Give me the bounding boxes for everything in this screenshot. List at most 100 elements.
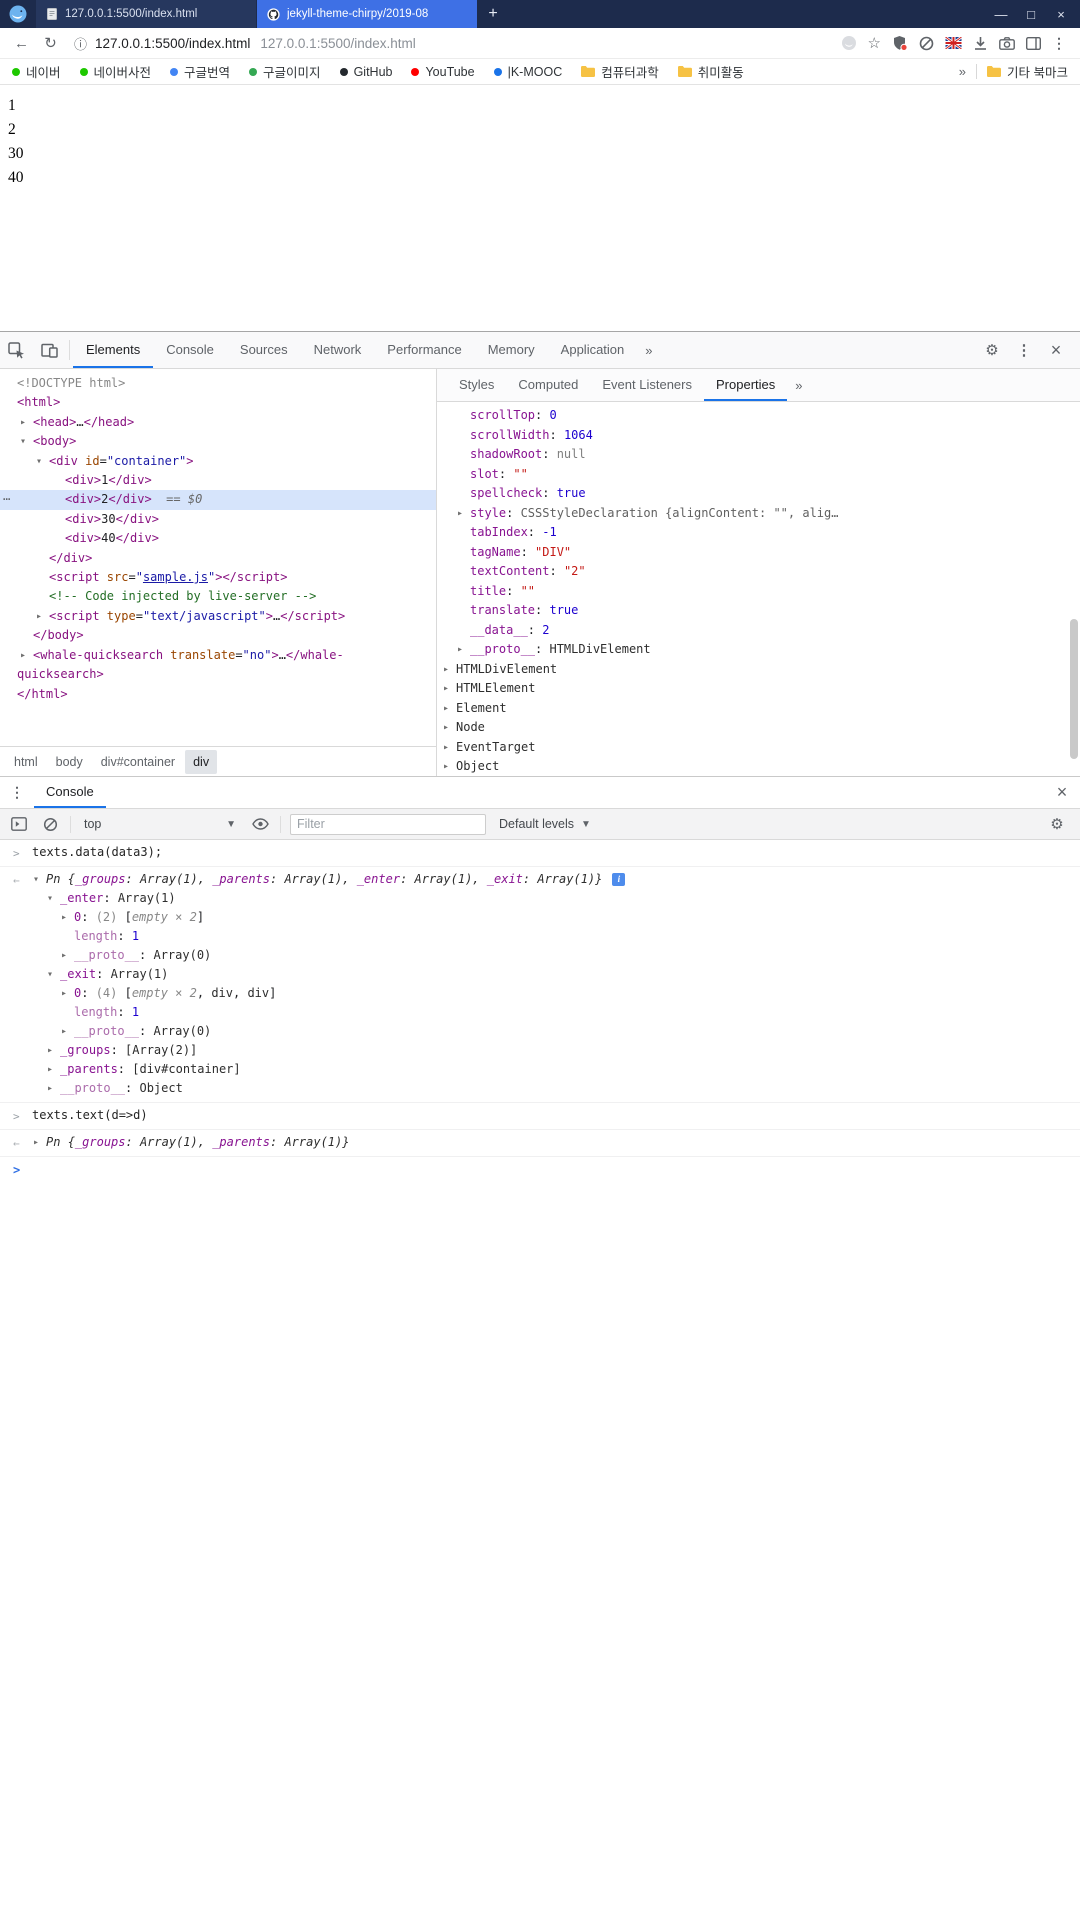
devtools-settings-button[interactable]: ⚙ (976, 341, 1008, 359)
bookmarks-overflow-icon[interactable]: » (959, 64, 966, 79)
log-levels-dropdown[interactable]: Default levels ▼ (495, 817, 595, 831)
property-row[interactable]: __data__: 2 (437, 621, 1080, 641)
tree-arrow-icon[interactable]: ▸ (61, 1022, 67, 1041)
console-object-row[interactable]: ▸ __proto__: Object (0, 1079, 1080, 1098)
console-object-row[interactable]: ▾ _exit: Array(1) (0, 965, 1080, 984)
live-expression-button[interactable] (249, 818, 271, 830)
tree-arrow-icon[interactable]: ▸ (47, 1079, 53, 1098)
console-object-row[interactable]: ▸ _groups: [Array(2)] (0, 1041, 1080, 1060)
tree-arrow-icon[interactable]: ▾ (47, 965, 53, 984)
context-selector[interactable]: top ▼ (80, 817, 240, 831)
property-row[interactable]: title: "" (437, 582, 1080, 602)
console-filter-input[interactable] (290, 813, 486, 835)
devtools-menu-button[interactable]: ⋮ (1008, 341, 1040, 359)
url-text[interactable]: 127.0.0.1:5500/index.html (95, 36, 250, 51)
bookmark-item[interactable]: 네이버사전 (79, 62, 151, 81)
dom-tree-row[interactable]: </html> (0, 685, 436, 704)
dom-tree-row[interactable]: ▾ <body> (0, 432, 436, 451)
close-drawer-button[interactable]: × (1044, 777, 1080, 808)
bookmark-item[interactable]: GitHub (339, 65, 392, 79)
reload-button[interactable]: ↻ (37, 34, 64, 52)
tree-arrow-icon[interactable]: ▸ (20, 413, 26, 432)
dom-tree-row[interactable]: <div>40</div> (0, 529, 436, 548)
sidebar-tab-computed[interactable]: Computed (506, 369, 590, 401)
dom-tree-row[interactable]: ▾ <div id="container"> (0, 452, 436, 471)
console-object-row[interactable]: ▾ _enter: Array(1) (0, 889, 1080, 908)
devtools-tab-application[interactable]: Application (548, 332, 638, 368)
property-row[interactable]: spellcheck: true (437, 484, 1080, 504)
devtools-tab-console[interactable]: Console (153, 332, 227, 368)
property-row[interactable]: scrollWidth: 1064 (437, 426, 1080, 446)
tree-arrow-icon[interactable]: ▸ (20, 646, 26, 665)
console-object-row[interactable]: ▸ _parents: [div#container] (0, 1060, 1080, 1079)
breadcrumb-item[interactable]: div (185, 749, 218, 774)
tabs-overflow-icon[interactable]: » (637, 332, 660, 368)
new-tab-button[interactable]: + (478, 0, 508, 28)
download-icon[interactable] (973, 36, 988, 51)
dom-tree-row[interactable]: <html> (0, 393, 436, 412)
bookmark-item[interactable]: 구글이미지 (249, 62, 321, 81)
property-row[interactable]: ▸ Object (437, 757, 1080, 776)
sidebar-tab-styles[interactable]: Styles (447, 369, 506, 401)
bookmark-item[interactable]: 취미활동 (677, 62, 744, 81)
tree-arrow-icon[interactable]: ▸ (61, 946, 67, 965)
row-overflow-icon[interactable]: ⋯ (3, 490, 10, 509)
sidebar-panel-icon[interactable] (1026, 36, 1041, 50)
minimize-button[interactable]: — (986, 7, 1016, 22)
tree-arrow-icon[interactable]: ▸ (443, 738, 449, 758)
scrollbar-thumb[interactable] (1070, 619, 1078, 759)
tree-arrow-icon[interactable]: ▸ (47, 1041, 53, 1060)
tree-arrow-icon[interactable]: ▸ (61, 908, 67, 927)
device-toolbar-button[interactable] (33, 332, 66, 368)
tree-arrow-icon[interactable]: ▸ (443, 660, 449, 680)
dom-tree-row[interactable]: ▸ <script type="text/javascript">…</scrip… (0, 607, 436, 626)
browser-tab-localhost[interactable]: 127.0.0.1:5500/index.html (36, 0, 256, 28)
console-sidebar-button[interactable] (8, 817, 30, 831)
tree-arrow-icon[interactable]: ▸ (443, 679, 449, 699)
dom-tree-row[interactable]: <script src="sample.js"></script> (0, 568, 436, 587)
console-object-row[interactable]: ▸ 0: (2) [empty × 2] (0, 908, 1080, 927)
breadcrumb-item[interactable]: body (48, 750, 91, 774)
property-row[interactable]: ▸ Element (437, 699, 1080, 719)
sidebar-tab-properties[interactable]: Properties (704, 369, 788, 401)
bookmark-item[interactable]: 구글번역 (170, 62, 230, 81)
bookmark-item[interactable]: YouTube (411, 65, 475, 79)
inspect-element-button[interactable] (0, 332, 33, 368)
site-info-icon[interactable]: ⓘ (74, 34, 87, 53)
devtools-tab-sources[interactable]: Sources (227, 332, 301, 368)
breadcrumb-item[interactable]: html (6, 750, 46, 774)
dom-tree-row[interactable]: </div> (0, 549, 436, 568)
tree-arrow-icon[interactable]: ▸ (61, 984, 67, 1003)
property-row[interactable]: shadowRoot: null (437, 445, 1080, 465)
dom-tree-row[interactable]: <!-- Code injected by live-server --> (0, 587, 436, 606)
property-row[interactable]: ▸ EventTarget (437, 738, 1080, 758)
console-entry-prompt[interactable]: > (0, 1157, 1080, 1177)
console-settings-button[interactable]: ⚙ (1042, 815, 1072, 833)
tree-arrow-icon[interactable]: ▸ (457, 640, 463, 660)
capture-camera-icon[interactable] (999, 36, 1015, 50)
dom-tree-row[interactable]: ▸ <head>…</head> (0, 413, 436, 432)
sidebar-tabs-overflow-icon[interactable]: » (787, 369, 810, 401)
translate-extension-icon[interactable] (945, 37, 962, 49)
property-row[interactable]: ▸ Node (437, 718, 1080, 738)
property-row[interactable]: slot: "" (437, 465, 1080, 485)
browser-tab-github[interactable]: jekyll-theme-chirpy/2019-08 (257, 0, 477, 28)
bookmark-item[interactable]: 컴퓨터과학 (581, 62, 659, 81)
sidebar-tab-event-listeners[interactable]: Event Listeners (590, 369, 704, 401)
maximize-button[interactable]: □ (1016, 7, 1046, 22)
devtools-tab-network[interactable]: Network (301, 332, 375, 368)
drawer-menu-icon[interactable]: ⋮ (0, 777, 34, 808)
whale-browser-logo-icon[interactable] (0, 0, 36, 28)
browser-menu-icon[interactable]: ⋮ (1052, 35, 1066, 52)
whale-sync-icon[interactable] (841, 35, 857, 51)
close-window-button[interactable]: × (1046, 7, 1076, 22)
devtools-close-button[interactable]: × (1040, 340, 1072, 361)
console-object-row[interactable]: ▸ __proto__: Array(0) (0, 1022, 1080, 1041)
console-drawer-tab[interactable]: Console (34, 777, 106, 808)
console-object-row[interactable]: ▸ Pn {_groups: Array(1), _parents: Array(… (0, 1133, 1080, 1152)
back-button[interactable]: ← (8, 35, 35, 52)
bookmark-star-icon[interactable]: ☆ (868, 34, 881, 52)
devtools-tab-memory[interactable]: Memory (475, 332, 548, 368)
console-object-row[interactable]: length: 1 (0, 1003, 1080, 1022)
adblock-shield-icon[interactable] (892, 35, 908, 51)
